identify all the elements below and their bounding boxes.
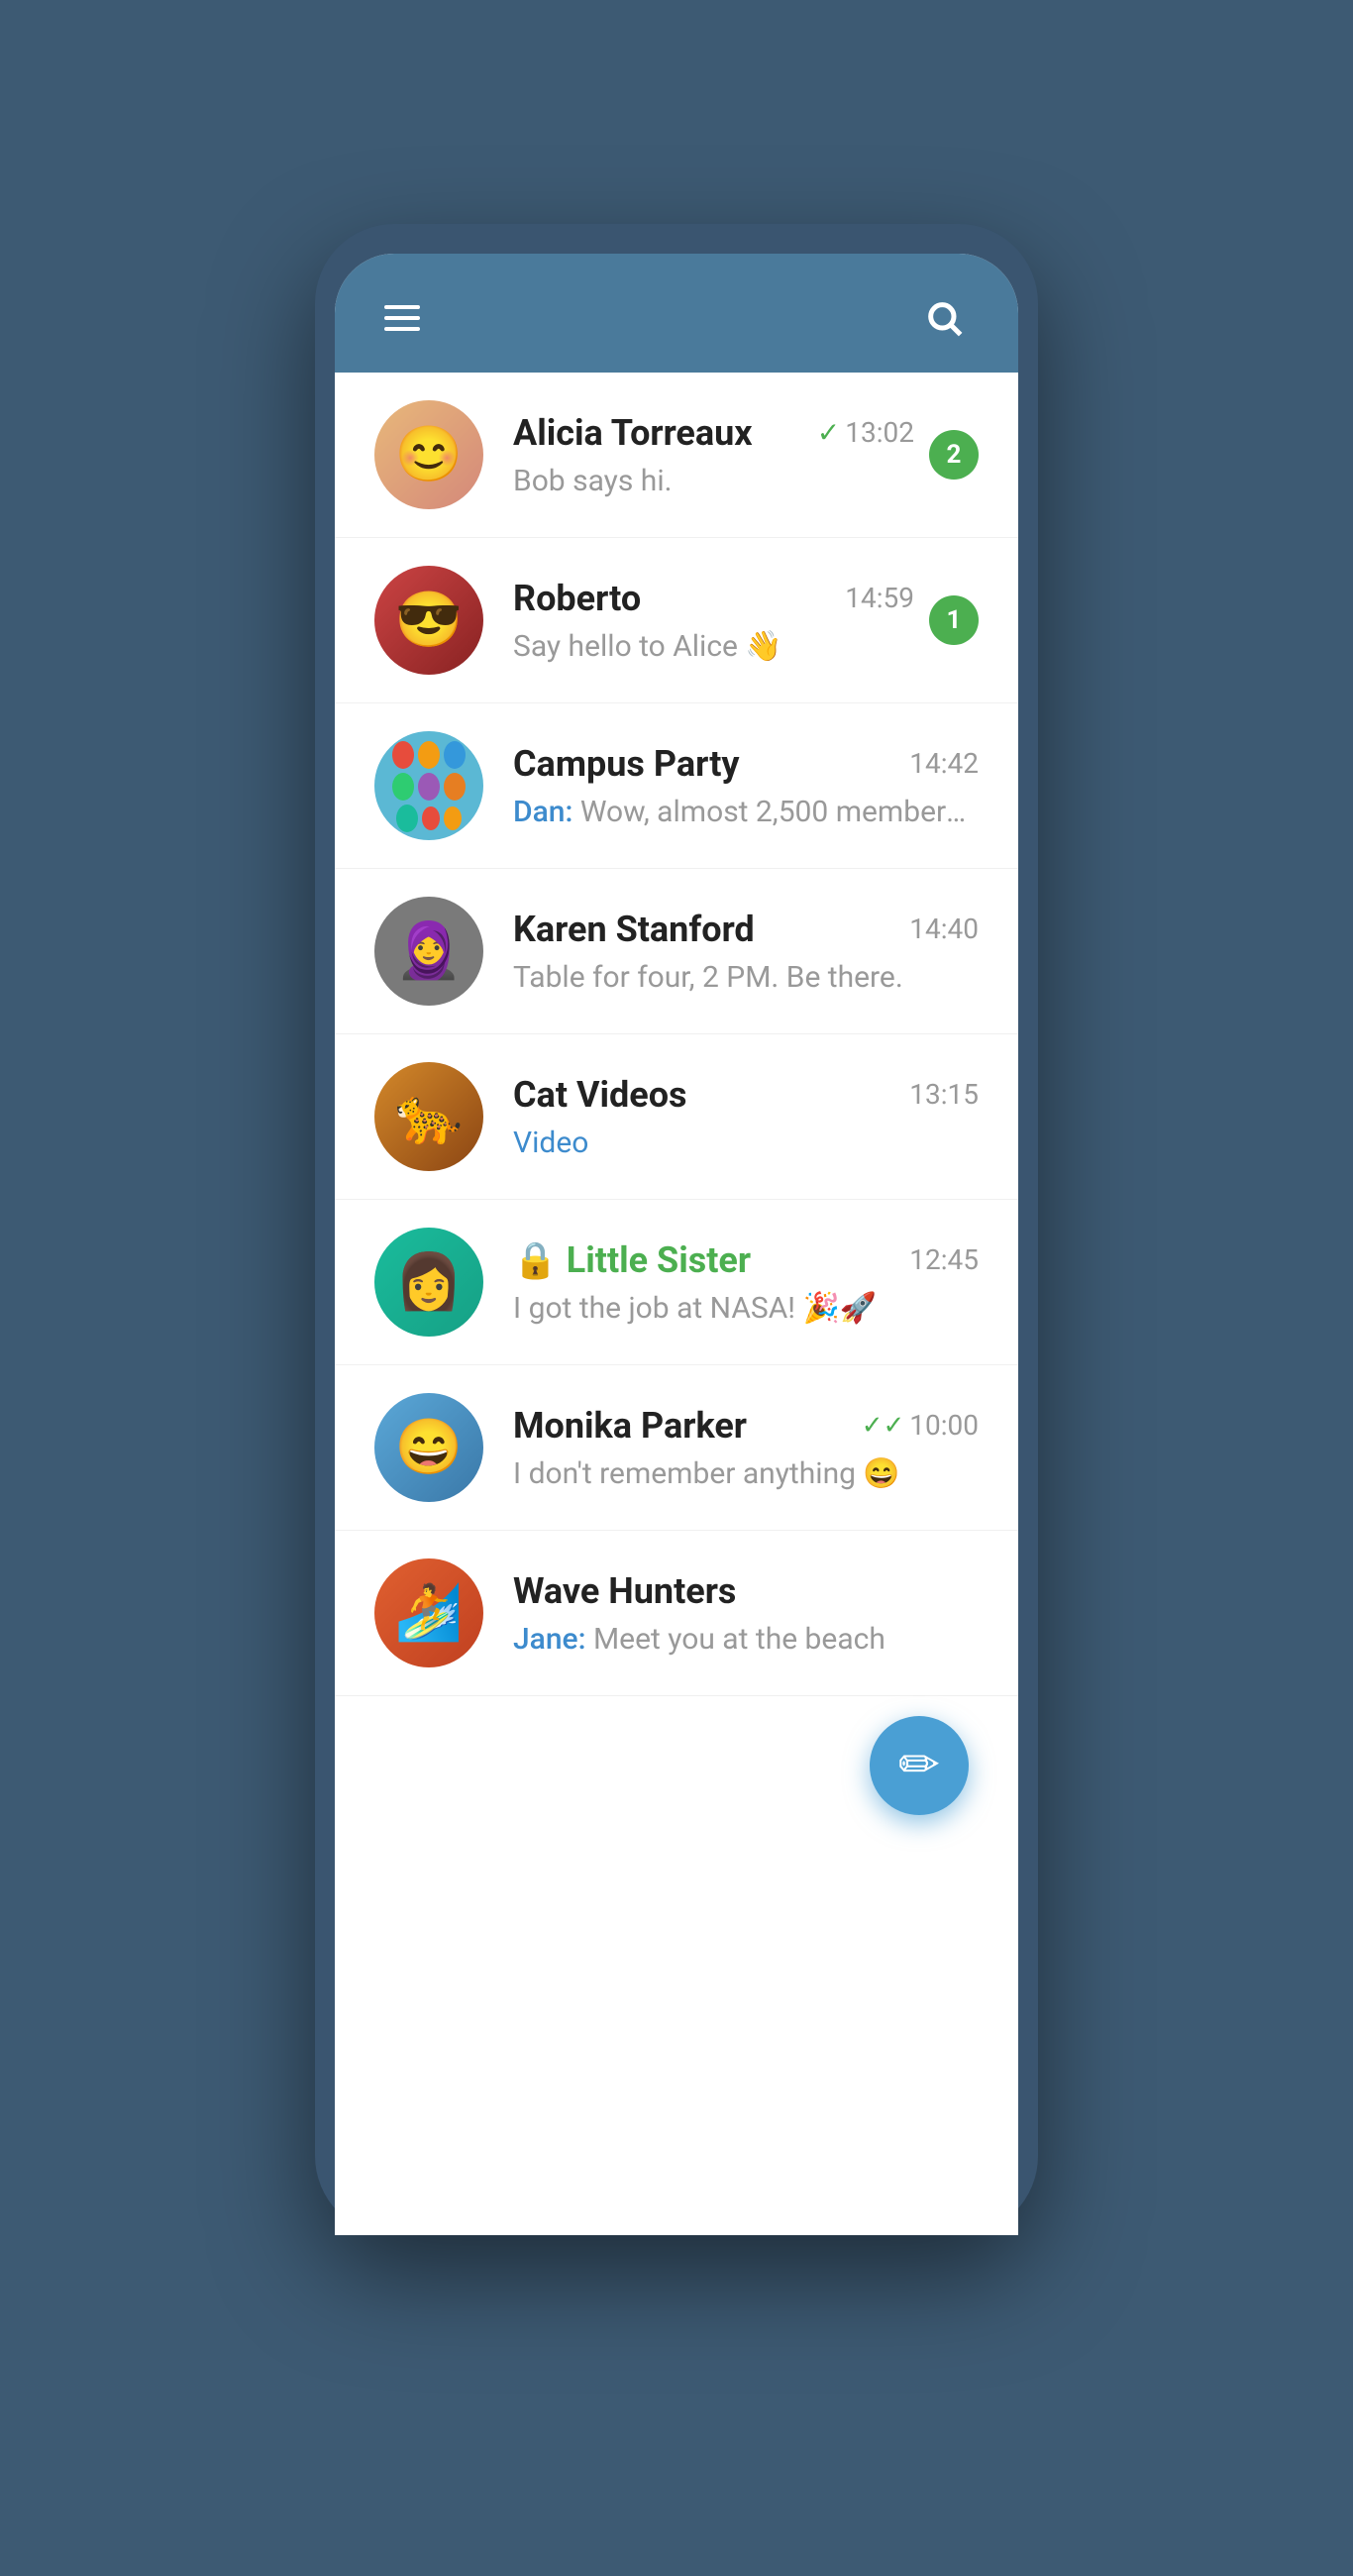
chat-name: Karen Stanford	[513, 909, 755, 950]
chat-content: Roberto 14:59 Say hello to Alice 👋	[513, 578, 914, 664]
chat-name: Campus Party	[513, 743, 740, 785]
chat-preview: I got the job at NASA! 🎉🚀	[513, 1291, 969, 1326]
chat-top-row: Monika Parker ✓✓10:00	[513, 1405, 979, 1447]
chat-content: Campus Party 14:42 Dan: Wow, almost 2,50…	[513, 743, 979, 829]
chat-item-alicia[interactable]: 😊 Alicia Torreaux ✓13:02 Bob says hi. 2	[335, 373, 1018, 538]
chat-name: Wave Hunters	[513, 1570, 736, 1612]
search-button[interactable]	[919, 293, 969, 343]
chat-top-row: Karen Stanford 14:40	[513, 909, 979, 950]
menu-button[interactable]	[384, 305, 420, 331]
avatar-roberto: 😎	[374, 566, 483, 675]
chat-time: ✓✓10:00	[862, 1409, 979, 1442]
chat-item-roberto[interactable]: 😎 Roberto 14:59 Say hello to Alice 👋 1	[335, 538, 1018, 703]
chat-name: Alicia Torreaux	[513, 412, 753, 454]
chat-top-row: Campus Party 14:42	[513, 743, 979, 785]
chat-time: 14:42	[909, 747, 979, 780]
bottom-area: ✏	[335, 1696, 1018, 1855]
chat-item-campus[interactable]: Campus Party 14:42 Dan: Wow, almost 2,50…	[335, 703, 1018, 869]
avatar-wave: 🏄	[374, 1558, 483, 1667]
chat-item-sister[interactable]: 👩 🔒 Little Sister 12:45 I got the job at…	[335, 1200, 1018, 1365]
chat-preview: Jane: Meet you at the beach	[513, 1622, 969, 1657]
compose-icon: ✏	[898, 1741, 940, 1790]
chat-content: Karen Stanford 14:40 Table for four, 2 P…	[513, 909, 979, 995]
avatar-campus	[374, 731, 483, 840]
compose-button[interactable]: ✏	[870, 1716, 969, 1815]
chat-content: 🔒 Little Sister 12:45 I got the job at N…	[513, 1239, 979, 1326]
hero-section	[0, 0, 1353, 224]
chat-content: Cat Videos 13:15 Video	[513, 1074, 979, 1160]
chat-preview: Bob says hi.	[513, 464, 914, 498]
chat-name: Roberto	[513, 578, 641, 619]
avatar-monika: 😄	[374, 1393, 483, 1502]
avatar-karen: 🧕	[374, 897, 483, 1006]
chat-list: 😊 Alicia Torreaux ✓13:02 Bob says hi. 2 …	[335, 373, 1018, 1696]
chat-content: Alicia Torreaux ✓13:02 Bob says hi.	[513, 412, 914, 498]
chat-preview: I don't remember anything 😄	[513, 1456, 969, 1491]
avatar-catvideos: 🐆	[374, 1062, 483, 1171]
chat-content: Monika Parker ✓✓10:00 I don't remember a…	[513, 1405, 979, 1491]
chat-preview: Table for four, 2 PM. Be there.	[513, 960, 969, 995]
chat-time: 14:59	[845, 582, 914, 614]
phone-device: 😊 Alicia Torreaux ✓13:02 Bob says hi. 2 …	[315, 224, 1038, 2235]
chat-item-monika[interactable]: 😄 Monika Parker ✓✓10:00 I don't remember…	[335, 1365, 1018, 1531]
app-header	[335, 254, 1018, 373]
chat-name: Monika Parker	[513, 1405, 747, 1447]
chat-item-karen[interactable]: 🧕 Karen Stanford 14:40 Table for four, 2…	[335, 869, 1018, 1034]
chat-preview: Dan: Wow, almost 2,500 members!	[513, 795, 969, 829]
chat-top-row: Roberto 14:59	[513, 578, 914, 619]
chat-time: ✓13:02	[817, 416, 914, 449]
search-icon	[924, 298, 964, 338]
chat-top-row: 🔒 Little Sister 12:45	[513, 1239, 979, 1281]
chat-top-row: Wave Hunters	[513, 1570, 979, 1612]
avatar-sister: 👩	[374, 1228, 483, 1337]
chat-content: Wave Hunters Jane: Meet you at the beach	[513, 1570, 979, 1657]
chat-top-row: Cat Videos 13:15	[513, 1074, 979, 1116]
phone-screen: 😊 Alicia Torreaux ✓13:02 Bob says hi. 2 …	[335, 254, 1018, 2235]
chat-time: 12:45	[909, 1243, 979, 1276]
chat-preview: Video	[513, 1126, 969, 1160]
chat-preview: Say hello to Alice 👋	[513, 629, 914, 664]
chat-time: 14:40	[909, 912, 979, 945]
unread-badge: 2	[929, 430, 979, 480]
unread-badge: 1	[929, 595, 979, 645]
avatar-alicia: 😊	[374, 400, 483, 509]
chat-time: 13:15	[909, 1078, 979, 1111]
chat-item-wave[interactable]: 🏄 Wave Hunters Jane: Meet you at the bea…	[335, 1531, 1018, 1696]
chat-item-catvideos[interactable]: 🐆 Cat Videos 13:15 Video	[335, 1034, 1018, 1200]
chat-name: Cat Videos	[513, 1074, 687, 1116]
chat-top-row: Alicia Torreaux ✓13:02	[513, 412, 914, 454]
chat-name: 🔒 Little Sister	[513, 1239, 751, 1281]
